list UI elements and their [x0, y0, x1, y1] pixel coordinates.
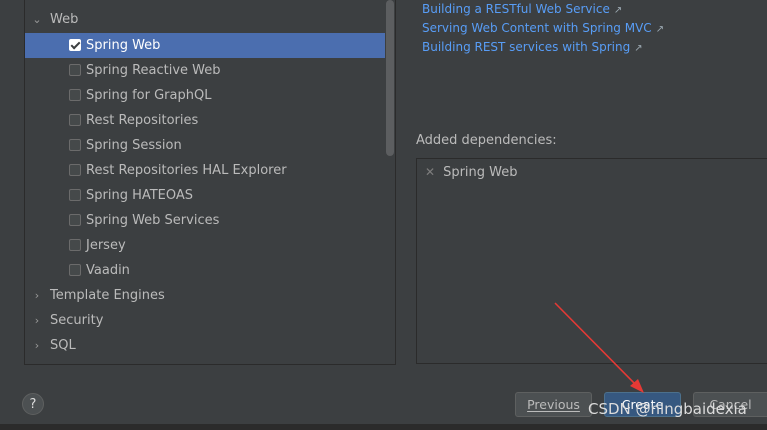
tree-group-web[interactable]: ⌄ Web — [25, 7, 385, 32]
guide-link-label[interactable]: Building REST services with Spring — [422, 40, 630, 54]
dependency-chip: ✕ Spring Web — [425, 165, 518, 180]
tree-item-label: Jersey — [86, 238, 126, 253]
tree-item-label: Spring Session — [86, 138, 182, 153]
chevron-right-icon[interactable]: › — [32, 283, 42, 308]
bottom-status-strip — [0, 424, 767, 430]
tree-item-label: Spring Reactive Web — [86, 63, 221, 78]
checkbox[interactable] — [69, 264, 81, 276]
tree-item-label: Spring HATEOAS — [86, 188, 194, 203]
tree-item-spring-web[interactable]: Spring Web — [25, 33, 385, 58]
tree-item-label: Rest Repositories — [86, 113, 199, 128]
tree-group-label: Web — [50, 12, 79, 27]
checkbox[interactable] — [69, 139, 81, 151]
added-dependencies-label: Added dependencies: — [416, 133, 557, 148]
tree-item-spring-for-graphql[interactable]: Spring for GraphQL — [25, 83, 385, 108]
tree-item-spring-reactive-web[interactable]: Spring Reactive Web — [25, 58, 385, 83]
watermark-text: CSDN @ningbaidexia — [588, 400, 747, 418]
tree-item-rest-repositories-hal-explorer[interactable]: Rest Repositories HAL Explorer — [25, 158, 385, 183]
checkbox[interactable] — [69, 214, 81, 226]
close-icon[interactable]: ✕ — [425, 165, 435, 179]
tree-item-rest-repositories[interactable]: Rest Repositories — [25, 108, 385, 133]
external-link-icon: ↗ — [634, 43, 643, 54]
tree-item-spring-hateoas[interactable]: Spring HATEOAS — [25, 183, 385, 208]
external-link-icon: ↗ — [655, 24, 665, 35]
tree-group-label: SQL — [50, 338, 76, 353]
tree-group-sql[interactable]: › SQL — [25, 333, 385, 358]
help-button[interactable]: ? — [22, 393, 44, 415]
checkbox[interactable] — [69, 89, 81, 101]
tree-group-label: Template Engines — [50, 288, 165, 303]
tree-item-spring-web-services[interactable]: Spring Web Services — [25, 208, 385, 233]
chevron-right-icon[interactable]: › — [32, 308, 42, 333]
checkbox[interactable] — [69, 189, 81, 201]
tree-item-label: Spring Web Services — [86, 213, 220, 228]
checkbox[interactable] — [69, 164, 81, 176]
added-dependencies-list: ✕ Spring Web — [416, 158, 767, 364]
guide-link-restful-web-service[interactable]: Building a RESTful Web Service ↗ — [422, 2, 622, 16]
checkbox[interactable] — [69, 114, 81, 126]
checkbox[interactable] — [69, 64, 81, 76]
tree-item-vaadin[interactable]: Vaadin — [25, 258, 385, 283]
chevron-down-icon[interactable]: ⌄ — [32, 7, 42, 32]
checkbox-checked[interactable] — [69, 39, 81, 51]
guide-link-spring-mvc[interactable]: Serving Web Content with Spring MVC ↗ — [422, 21, 664, 35]
tree-item-label: Spring for GraphQL — [86, 88, 212, 103]
tree-item-label: Vaadin — [86, 263, 130, 278]
external-link-icon: ↗ — [613, 5, 623, 16]
tree-item-spring-session[interactable]: Spring Session — [25, 133, 385, 158]
guide-link-rest-services[interactable]: Building REST services with Spring ↗ — [422, 40, 643, 54]
chevron-right-icon[interactable]: › — [32, 333, 42, 358]
tree-group-security[interactable]: › Security — [25, 308, 385, 333]
tree-group-label: Security — [50, 313, 104, 328]
previous-button-label: Previous — [527, 397, 580, 412]
tree-item-jersey[interactable]: Jersey — [25, 233, 385, 258]
tree-scrollbar-thumb[interactable] — [386, 0, 394, 156]
checkbox[interactable] — [69, 239, 81, 251]
guide-link-label[interactable]: Serving Web Content with Spring MVC — [422, 21, 652, 35]
guide-link-label[interactable]: Building a RESTful Web Service — [422, 2, 610, 16]
dependency-tree[interactable]: ⌄ Web Spring Web Spring Reactive Web Spr… — [24, 0, 396, 365]
tree-item-label: Spring Web — [86, 38, 161, 53]
tree-item-label: Rest Repositories HAL Explorer — [86, 163, 287, 178]
tree-group-template-engines[interactable]: › Template Engines — [25, 283, 385, 308]
previous-button[interactable]: Previous — [515, 392, 592, 417]
dependency-label: Spring Web — [443, 165, 518, 180]
